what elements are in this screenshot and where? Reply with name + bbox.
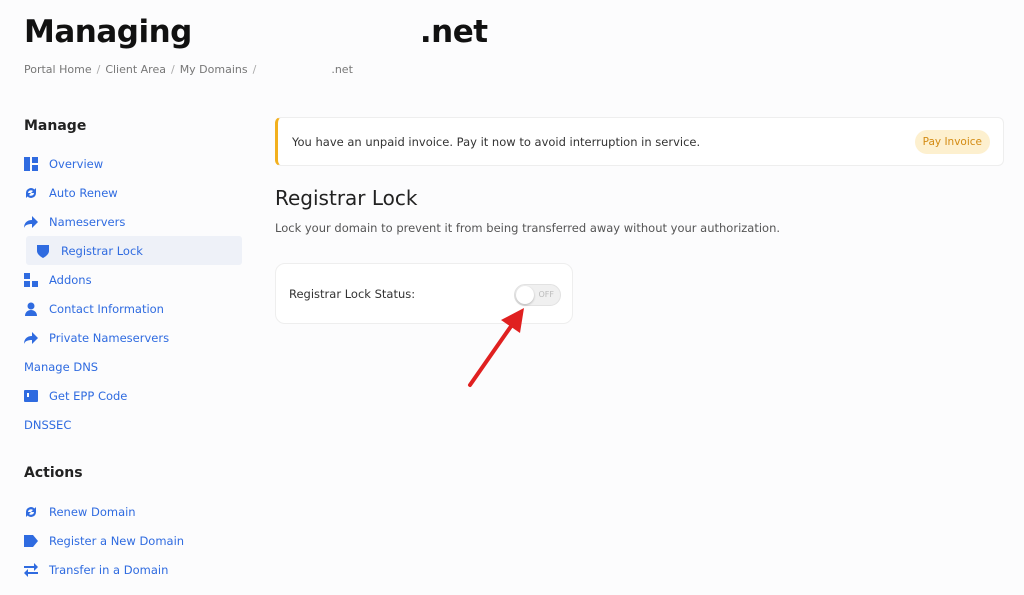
registrar-lock-status-label: Registrar Lock Status: [289, 286, 416, 301]
sync-icon [24, 505, 38, 519]
actions-heading: Actions [24, 465, 83, 481]
redacted-domain [191, 16, 420, 51]
sidebar-actions: Actions Renew Domain Register a New Doma… [24, 465, 242, 584]
breadcrumb-my-domains[interactable]: My Domains [180, 63, 248, 76]
sidebar-item-dnssec[interactable]: DNSSEC [24, 410, 242, 439]
alert-message: You have an unpaid invoice. Pay it now t… [292, 134, 701, 149]
breadcrumb-portal-home[interactable]: Portal Home [24, 63, 92, 76]
sidebar-item-label: Nameservers [49, 214, 126, 229]
annotation-arrow-icon [468, 308, 524, 387]
sidebar-item-label: Transfer in a Domain [49, 562, 169, 577]
sidebar-item-registrar-lock[interactable]: Registrar Lock [26, 236, 242, 265]
unpaid-invoice-alert: You have an unpaid invoice. Pay it now t… [275, 117, 1004, 166]
sidebar-item-label: Contact Information [49, 301, 164, 316]
section-title: Registrar Lock [275, 186, 418, 210]
tag-icon [24, 534, 38, 548]
sidebar-item-label: Manage DNS [24, 359, 99, 374]
sidebar-item-label: DNSSEC [24, 417, 72, 432]
sidebar-item-contact-information[interactable]: Contact Information [24, 294, 242, 323]
exchange-icon [24, 562, 38, 577]
page-title-suffix: .net [419, 14, 488, 50]
sidebar-item-renew-domain[interactable]: Renew Domain [24, 497, 242, 526]
shield-icon [36, 244, 50, 258]
sidebar-item-label: Registrar Lock [61, 243, 143, 258]
pay-invoice-button[interactable]: Pay Invoice [914, 129, 990, 154]
sidebar-manage: Manage Overview Auto Renew Nameservers R… [24, 118, 242, 439]
user-icon [24, 302, 38, 316]
redacted-domain [261, 63, 332, 73]
sidebar-item-label: Addons [49, 272, 92, 287]
page-title-prefix: Managing [24, 14, 192, 50]
breadcrumb: Portal Home / Client Area / My Domains / .net [24, 63, 353, 76]
breadcrumb-current: .net [331, 63, 353, 76]
sidebar-item-nameservers[interactable]: Nameservers [24, 207, 242, 236]
breadcrumb-client-area[interactable]: Client Area [105, 63, 166, 76]
manage-heading: Manage [24, 118, 87, 134]
sidebar-item-transfer-domain[interactable]: Transfer in a Domain [24, 555, 242, 584]
arrow-right-icon [24, 331, 38, 345]
sidebar-item-register-new-domain[interactable]: Register a New Domain [24, 526, 242, 555]
sidebar-item-addons[interactable]: Addons [24, 265, 242, 294]
sidebar-item-label: Overview [49, 156, 104, 171]
toggle-state-text: OFF [538, 290, 555, 299]
sidebar-item-label: Register a New Domain [49, 533, 185, 548]
sidebar-item-overview[interactable]: Overview [24, 149, 242, 178]
sidebar-item-label: Renew Domain [49, 504, 136, 519]
sync-icon [24, 186, 38, 200]
page-title: Managing .net [24, 14, 488, 51]
sidebar-item-label: Auto Renew [49, 185, 118, 200]
sidebar-item-get-epp-code[interactable]: Get EPP Code [24, 381, 242, 410]
sidebar-item-auto-renew[interactable]: Auto Renew [24, 178, 242, 207]
arrow-right-icon [24, 215, 38, 229]
code-icon [24, 389, 38, 403]
cubes-icon [24, 272, 38, 287]
dashboard-icon [24, 156, 38, 171]
section-description: Lock your domain to prevent it from bein… [275, 221, 781, 235]
sidebar-item-label: Private Nameservers [49, 330, 170, 345]
sidebar-item-private-nameservers[interactable]: Private Nameservers [24, 323, 242, 352]
sidebar-item-label: Get EPP Code [49, 388, 128, 403]
sidebar-item-manage-dns[interactable]: Manage DNS [24, 352, 242, 381]
